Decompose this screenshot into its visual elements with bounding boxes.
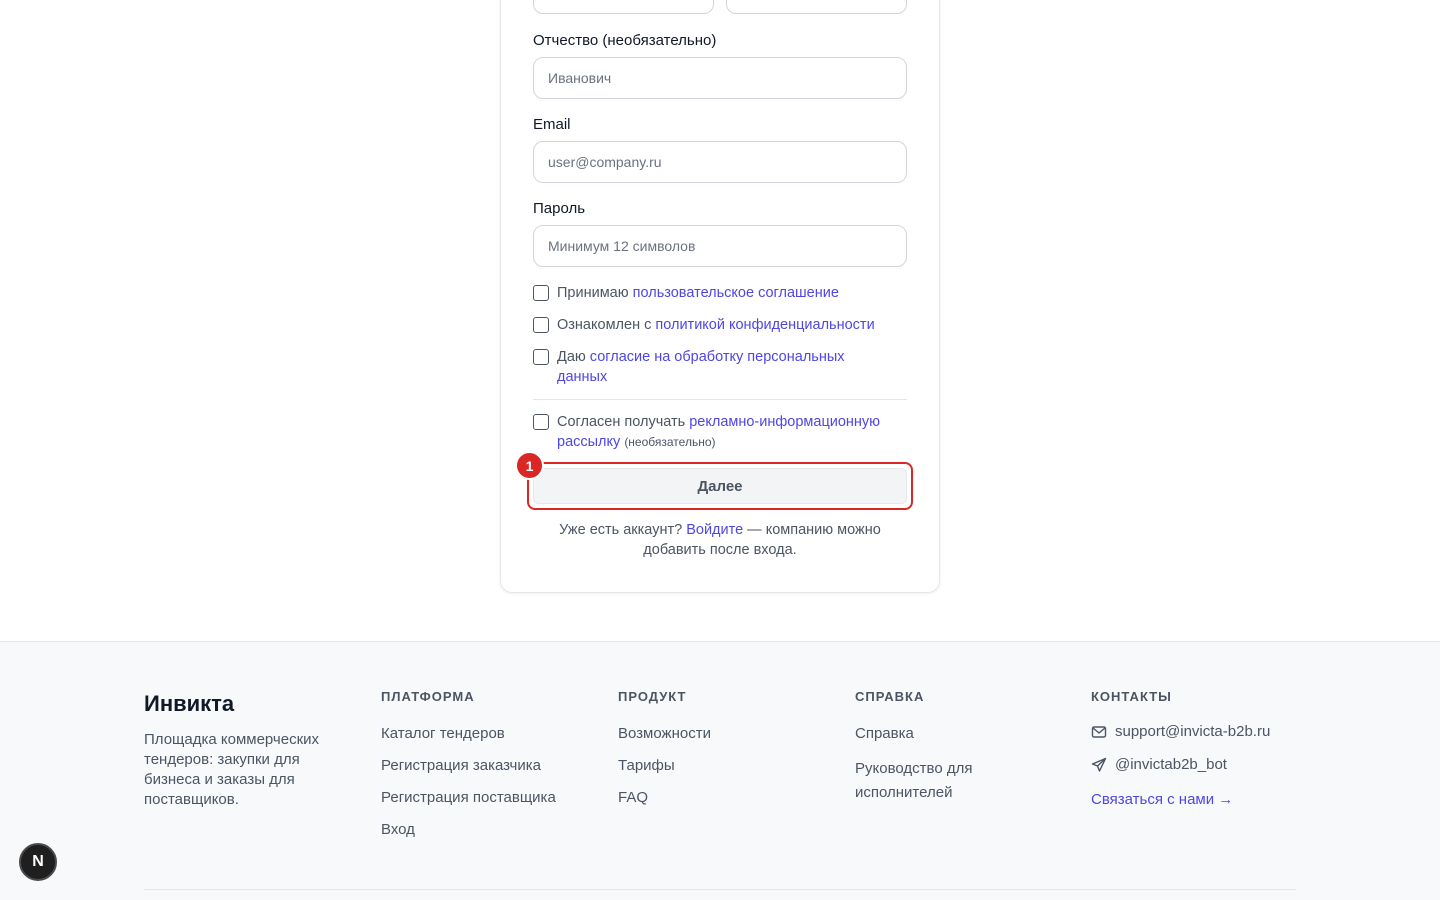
footer-product-heading: ПРОДУКТ xyxy=(618,689,687,704)
dev-tools-indicator[interactable]: N xyxy=(19,843,57,881)
agreement-privacy-row: Ознакомлен с политикой конфиденциальност… xyxy=(533,315,907,335)
email-label: Email xyxy=(533,116,571,133)
footer-link-login[interactable]: Вход xyxy=(381,821,415,838)
login-link[interactable]: Войдите xyxy=(686,522,743,538)
middle-name-label: Отчество (необязательно) xyxy=(533,32,717,49)
first-name-input[interactable] xyxy=(533,0,714,14)
footer-link-faq[interactable]: FAQ xyxy=(618,789,648,806)
footer-link-catalog[interactable]: Каталог тендеров xyxy=(381,725,505,742)
footer-telegram-row[interactable]: @invictab2b_bot xyxy=(1091,756,1227,773)
footer-brand[interactable]: Инвикта xyxy=(144,691,234,717)
footer-link-pricing[interactable]: Тарифы xyxy=(618,757,675,774)
footer-link-contractor-guide[interactable]: Руководство для исполнителей xyxy=(855,757,1015,805)
agreements-divider xyxy=(533,399,907,400)
footer-link-supplier-registration[interactable]: Регистрация поставщика xyxy=(381,789,556,806)
footer-email: support@invicta-b2b.ru xyxy=(1115,723,1271,740)
footer-contacts-heading: КОНТАКТЫ xyxy=(1091,689,1172,704)
agreement-privacy-text: Ознакомлен с политикой конфиденциальност… xyxy=(557,317,875,333)
agreement-personal-data-text: Даю согласие на обработку персональных д… xyxy=(557,349,845,385)
password-label: Пароль xyxy=(533,200,586,217)
agreement-personal-data-checkbox[interactable] xyxy=(533,349,549,365)
footer-link-customer-registration[interactable]: Регистрация заказчика xyxy=(381,757,541,774)
footer-email-row[interactable]: support@invicta-b2b.ru xyxy=(1091,723,1270,740)
privacy-link[interactable]: политикой конфиденциальности xyxy=(655,317,874,333)
annotation-badge: 1 xyxy=(515,451,544,480)
newsletter-text: Согласен получать рекламно-информационну… xyxy=(557,414,881,450)
middle-name-input[interactable] xyxy=(533,57,907,99)
contact-us-link[interactable]: Связаться с нами → xyxy=(1091,791,1233,808)
mail-icon xyxy=(1091,725,1107,738)
footer-description: Площадка коммерческих тендеров: закупки … xyxy=(144,731,320,808)
login-note: Уже есть аккаунт? Войдите — компанию мож… xyxy=(559,522,881,558)
agreement-terms-row: Принимаю пользовательское соглашение xyxy=(533,283,907,303)
footer-link-features[interactable]: Возможности xyxy=(618,725,711,742)
email-input[interactable] xyxy=(533,141,907,183)
newsletter-row: Согласен получать рекламно-информационну… xyxy=(533,412,907,452)
terms-link[interactable]: пользовательское соглашение xyxy=(633,285,839,301)
newsletter-checkbox[interactable] xyxy=(533,414,549,430)
agreement-terms-checkbox[interactable] xyxy=(533,285,549,301)
footer-link-help[interactable]: Справка xyxy=(855,725,914,742)
last-name-input[interactable] xyxy=(726,0,907,14)
agreement-privacy-checkbox[interactable] xyxy=(533,317,549,333)
footer-bottom-divider xyxy=(144,889,1296,890)
newsletter-optional-note: (необязательно) xyxy=(624,435,716,449)
footer-help-heading: СПРАВКА xyxy=(855,689,925,704)
agreement-terms-text: Принимаю пользовательское соглашение xyxy=(557,285,839,301)
agreement-personal-data-row: Даю согласие на обработку персональных д… xyxy=(533,347,907,387)
footer-platform-heading: ПЛАТФОРМА xyxy=(381,689,475,704)
footer-telegram: @invictab2b_bot xyxy=(1115,756,1227,773)
password-input[interactable] xyxy=(533,225,907,267)
submit-highlight: Далее xyxy=(527,462,913,510)
next-button[interactable]: Далее xyxy=(533,468,907,504)
telegram-icon xyxy=(1091,757,1107,772)
personal-data-link[interactable]: согласие на обработку персональных данны… xyxy=(557,349,845,385)
